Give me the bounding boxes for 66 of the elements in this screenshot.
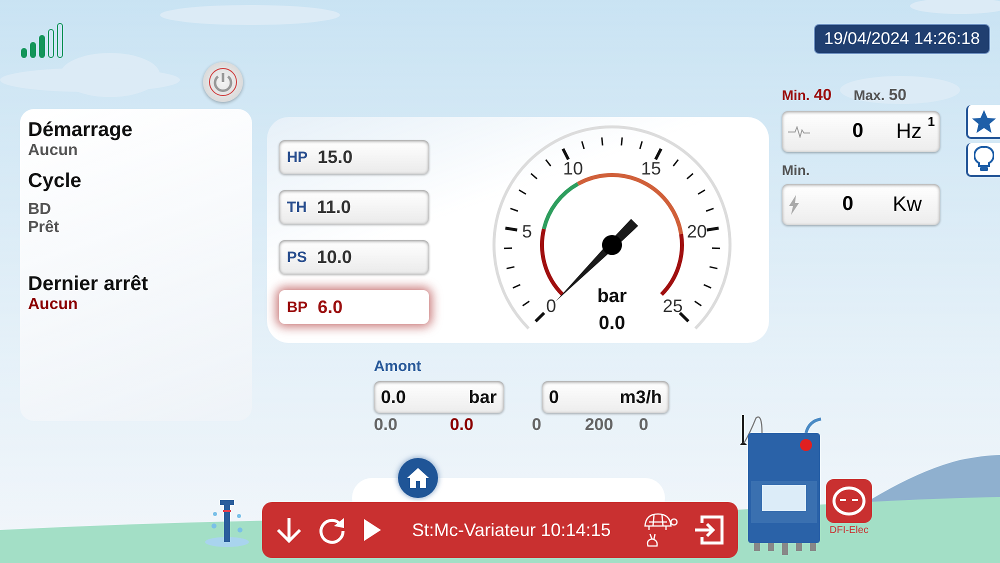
refresh-icon xyxy=(318,516,346,544)
reading-text: 0.0 xyxy=(450,415,474,435)
setting-value: 10.0 xyxy=(316,246,352,268)
status-text: BD xyxy=(28,201,52,219)
status-text: St:Mc-Variateur 10:14:15 xyxy=(412,520,611,540)
down-arrow-icon xyxy=(276,516,302,544)
section-title: Cycle xyxy=(28,170,82,193)
limit-value: 50 xyxy=(888,87,907,105)
setting-value: 15.0 xyxy=(318,146,353,168)
status-text: Aucun xyxy=(28,296,79,314)
reading-value: 0.0 xyxy=(380,386,406,408)
scale-label: 25 xyxy=(662,296,683,316)
signal-icon xyxy=(20,22,66,60)
scale-label: 20 xyxy=(686,222,707,242)
scale-label: 15 xyxy=(640,158,661,178)
setting-value: 6.0 xyxy=(318,296,343,318)
setting-label: PS xyxy=(286,248,307,266)
exit-button[interactable] xyxy=(694,515,724,545)
limit-label: Max. xyxy=(854,87,885,103)
setting-label: HP xyxy=(286,148,308,166)
frequency-value: 0 xyxy=(851,120,864,143)
reading-text: 0.0 xyxy=(374,415,398,435)
setting-label: TH xyxy=(286,198,307,216)
section-title: Dernier arrêt xyxy=(28,273,150,296)
scale-label: 10 xyxy=(562,158,583,178)
home-icon xyxy=(407,468,429,488)
gauge-unit: bar xyxy=(597,286,627,307)
hint-button[interactable] xyxy=(966,143,1000,177)
frequency-unit: Hz xyxy=(896,120,922,144)
gauge-value: 0.0 xyxy=(598,313,626,334)
setting-label: BP xyxy=(286,298,308,316)
lightning-icon xyxy=(788,194,800,214)
pulse-icon xyxy=(788,126,810,138)
reading-text: 200 xyxy=(584,415,614,435)
favorites-button[interactable] xyxy=(966,105,1000,139)
power-unit: Kw xyxy=(892,192,922,216)
refresh-button[interactable] xyxy=(318,516,346,544)
reading-value: 0 xyxy=(548,386,559,408)
home-button[interactable] xyxy=(398,458,438,498)
date-time: 19/04/2024 14:26:18 xyxy=(814,24,990,54)
power-icon xyxy=(208,67,238,97)
setting-value: 11.0 xyxy=(316,196,351,218)
logo-caption: DFI-Elec xyxy=(830,525,868,536)
section-title: Démarrage xyxy=(28,119,134,142)
scale-label: 5 xyxy=(522,222,532,242)
down-button[interactable] xyxy=(276,516,302,544)
status-text: Aucun xyxy=(28,142,79,160)
frequency-index: 1 xyxy=(928,114,935,129)
play-button[interactable] xyxy=(362,518,382,542)
limit-value: 40 xyxy=(814,87,832,105)
limit-label: Min. xyxy=(782,162,811,178)
power-value: 0 xyxy=(841,193,854,216)
play-icon xyxy=(362,518,382,542)
power-button[interactable] xyxy=(203,62,243,102)
scale-label: 0 xyxy=(546,296,556,316)
reading-text: 0 xyxy=(638,415,650,435)
reading-unit: m3/h xyxy=(620,386,662,408)
reading-unit: bar xyxy=(468,386,497,408)
reading-text: 0 xyxy=(532,415,542,435)
section-title: Amont xyxy=(374,358,422,375)
star-icon xyxy=(971,108,997,134)
face-mark-icon xyxy=(832,486,866,516)
lightbulb-icon xyxy=(974,146,994,172)
limit-label: Min. xyxy=(782,87,810,103)
exit-icon xyxy=(694,515,724,545)
status-text: Prêt xyxy=(28,219,60,237)
